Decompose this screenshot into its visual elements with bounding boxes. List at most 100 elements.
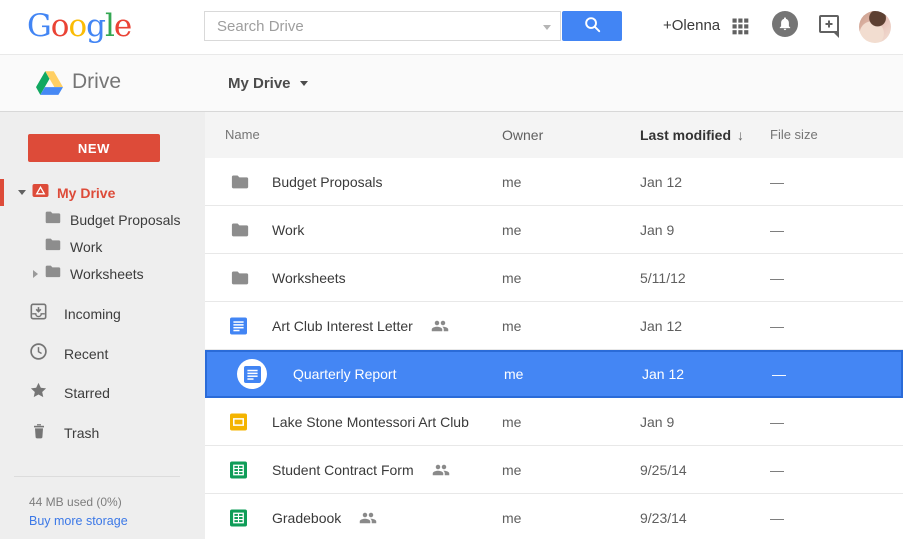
file-name: Art Club Interest Letter <box>272 318 413 334</box>
size-cell: — <box>772 366 786 382</box>
sidebar-item-incoming[interactable]: Incoming <box>0 300 205 328</box>
file-type-icon <box>230 268 249 287</box>
add-to-drive-icon[interactable] <box>818 14 842 45</box>
column-header-owner[interactable]: Owner <box>502 127 543 143</box>
size-cell: — <box>770 318 784 334</box>
star-icon <box>29 381 48 405</box>
file-row[interactable]: Student Contract Form me 9/25/14 — <box>205 446 903 494</box>
google-drive-app: Google +Olenna Drive My Drive <box>0 0 903 539</box>
owner-cell: me <box>502 270 521 286</box>
modified-cell: 9/23/14 <box>640 510 687 526</box>
file-name: Work <box>272 222 304 238</box>
my-drive-icon <box>32 182 49 204</box>
drive-toolbar: Drive My Drive AZ <box>0 55 903 112</box>
file-name-cell: Quarterly Report <box>293 366 396 382</box>
file-row[interactable]: Quarterly Report me Jan 12 — <box>205 350 903 398</box>
google-doc-icon <box>230 317 247 334</box>
file-type-icon <box>237 359 267 389</box>
drive-logo-icon[interactable] <box>36 71 63 100</box>
owner-cell: me <box>502 222 521 238</box>
size-cell: — <box>770 462 784 478</box>
sidebar-item-my-drive[interactable]: My Drive <box>0 179 205 206</box>
chevron-down-icon <box>300 81 308 86</box>
account-name[interactable]: +Olenna <box>663 17 720 34</box>
modified-cell: 5/11/12 <box>640 270 686 286</box>
file-row[interactable]: Budget Proposals me Jan 12 — <box>205 158 903 206</box>
file-type-icon <box>230 317 247 334</box>
sidebar-item-label: Starred <box>64 385 110 401</box>
file-type-icon <box>230 172 249 191</box>
file-row[interactable]: Work me Jan 9 — <box>205 206 903 254</box>
size-cell: — <box>770 222 784 238</box>
file-row[interactable]: Lake Stone Montessori Art Club me Jan 9 … <box>205 398 903 446</box>
google-slides-icon <box>230 413 247 430</box>
sidebar-item-label: Budget Proposals <box>70 212 181 228</box>
collapse-arrow-icon[interactable] <box>33 270 38 278</box>
modified-cell: 9/25/14 <box>640 462 687 478</box>
folder-icon <box>230 268 249 287</box>
google-sheet-icon <box>230 509 247 526</box>
google-sheet-icon <box>230 461 247 478</box>
storage-used-text: 44 MB used (0%) <box>29 495 122 509</box>
sidebar-item-worksheets[interactable]: Worksheets <box>0 260 205 287</box>
file-name-cell: Student Contract Form <box>272 461 450 479</box>
folder-icon <box>230 172 249 191</box>
shared-users-icon <box>432 461 450 479</box>
file-name: Gradebook <box>272 510 341 526</box>
sidebar-item-label: Incoming <box>64 306 121 322</box>
folder-icon <box>44 236 61 258</box>
file-row[interactable]: Worksheets me 5/11/12 — <box>205 254 903 302</box>
owner-cell: me <box>502 462 521 478</box>
search-button[interactable] <box>562 11 622 41</box>
buy-more-storage-link[interactable]: Buy more storage <box>29 514 128 528</box>
modified-cell: Jan 12 <box>640 174 682 190</box>
user-avatar[interactable] <box>859 11 891 43</box>
file-name-cell: Work <box>272 222 304 238</box>
trash-icon <box>30 422 48 445</box>
sidebar-item-work[interactable]: Work <box>0 233 205 260</box>
search-box <box>204 11 561 41</box>
file-name: Student Contract Form <box>272 462 414 478</box>
google-doc-icon <box>244 366 261 383</box>
notifications-bell-icon[interactable] <box>772 11 798 42</box>
file-row[interactable]: Art Club Interest Letter me Jan 12 — <box>205 302 903 350</box>
sidebar-item-recent[interactable]: Recent <box>0 340 205 368</box>
file-type-icon <box>230 461 247 478</box>
search-options-caret-icon[interactable] <box>543 25 551 30</box>
sidebar-item-label: Worksheets <box>70 266 144 282</box>
sidebar-item-label: Recent <box>64 346 108 362</box>
modified-cell: Jan 12 <box>640 318 682 334</box>
size-cell: — <box>770 414 784 430</box>
breadcrumb[interactable]: My Drive <box>228 75 308 92</box>
file-list: Budget Proposals me Jan 12 — Work me Jan… <box>205 158 903 539</box>
file-name-cell: Art Club Interest Letter <box>272 317 449 335</box>
sidebar-item-label: My Drive <box>57 185 115 201</box>
modified-cell: Jan 12 <box>642 366 684 382</box>
modified-cell: Jan 9 <box>640 222 674 238</box>
inbox-icon <box>29 302 48 326</box>
sidebar-item-label: Trash <box>64 425 99 441</box>
owner-cell: me <box>502 414 521 430</box>
file-row[interactable]: Gradebook me 9/23/14 — <box>205 494 903 539</box>
google-logo[interactable]: Google <box>27 8 131 44</box>
table-header: Name Owner Last modified↓ File size <box>205 112 903 158</box>
file-type-icon <box>230 413 247 430</box>
sidebar-item-trash[interactable]: Trash <box>0 419 205 447</box>
file-name-cell: Worksheets <box>272 270 346 286</box>
column-header-size[interactable]: File size <box>770 127 818 142</box>
file-name: Quarterly Report <box>293 366 396 382</box>
size-cell: — <box>770 174 784 190</box>
apps-grid-icon[interactable] <box>730 16 750 41</box>
sidebar-item-budget-proposals[interactable]: Budget Proposals <box>0 206 205 233</box>
column-header-name[interactable]: Name <box>225 127 260 142</box>
drive-app-name[interactable]: Drive <box>72 70 121 94</box>
expand-arrow-icon[interactable] <box>18 190 26 195</box>
column-header-modified[interactable]: Last modified↓ <box>640 127 744 143</box>
file-type-icon <box>230 509 247 526</box>
sidebar-item-starred[interactable]: Starred <box>0 379 205 407</box>
search-input[interactable] <box>205 12 547 40</box>
new-button[interactable]: NEW <box>28 134 160 162</box>
modified-cell: Jan 9 <box>640 414 674 430</box>
shared-users-icon <box>431 317 449 335</box>
file-name-cell: Budget Proposals <box>272 174 383 190</box>
